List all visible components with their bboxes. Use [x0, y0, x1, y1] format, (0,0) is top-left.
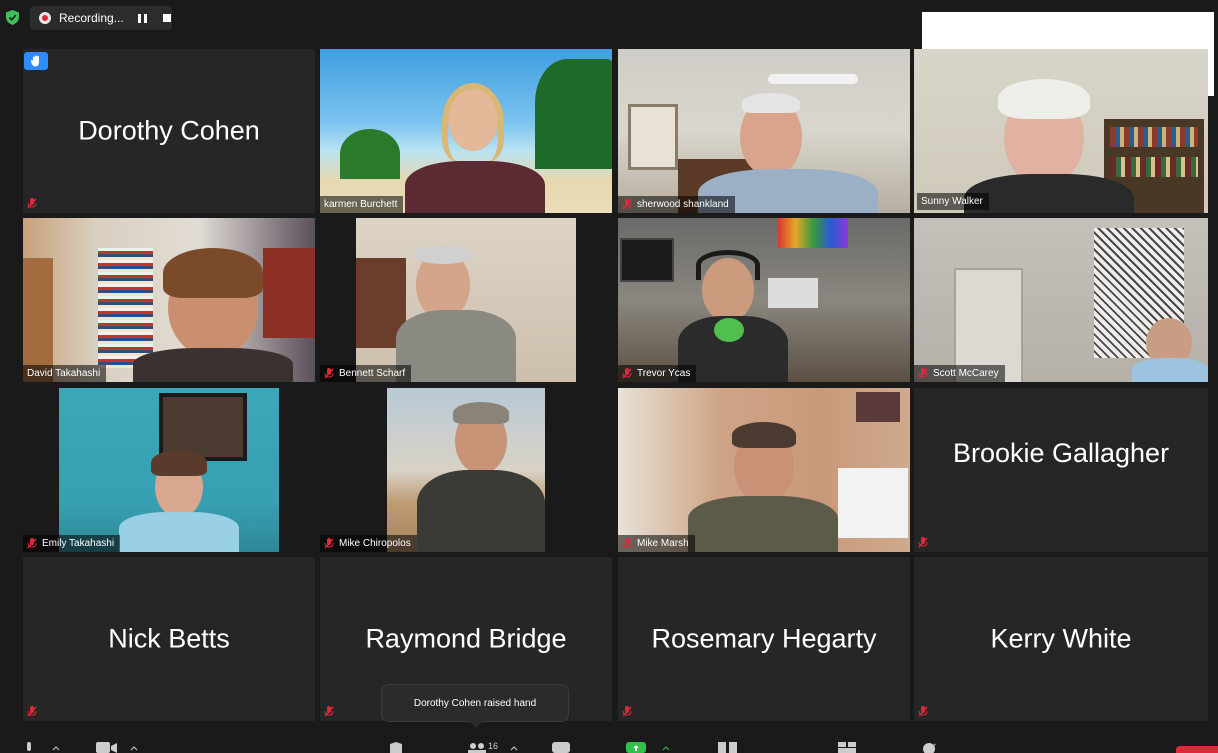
participant-name: Emily Takahashi — [42, 538, 115, 549]
mic-muted-icon — [918, 537, 928, 548]
security-shield-icon[interactable] — [6, 10, 19, 25]
participant-name-large: Brookie Gallagher — [952, 438, 1170, 468]
participants-icon[interactable] — [468, 742, 486, 753]
mic-muted-icon — [324, 368, 334, 379]
participant-name-tag: David Takahashi — [23, 365, 107, 382]
video-feed — [356, 218, 576, 382]
participant-name: Bennett Scharf — [339, 368, 406, 379]
participant-name-large: Dorothy Cohen — [78, 115, 260, 146]
mic-muted-icon — [324, 538, 334, 549]
video-feed — [618, 218, 910, 382]
video-camera-icon[interactable] — [96, 742, 118, 753]
chevron-up-icon[interactable] — [130, 746, 138, 751]
chevron-up-icon[interactable] — [510, 746, 518, 751]
video-feed — [914, 49, 1208, 213]
pause-recording-icon[interactable] — [137, 13, 147, 23]
participant-name: Sunny Walker — [921, 196, 983, 207]
participant-name: Scott McCarey — [933, 368, 999, 379]
breakout-rooms-icon[interactable] — [838, 742, 856, 753]
video-feed — [59, 388, 279, 552]
notification-text: Dorothy Cohen raised hand — [413, 697, 537, 709]
mic-muted-icon — [622, 368, 632, 379]
video-feed — [320, 49, 612, 213]
mic-muted-icon — [622, 706, 632, 717]
participant-tile-bennett-scharf[interactable]: Bennett Scharf — [320, 218, 612, 382]
participant-name: David Takahashi — [27, 368, 101, 379]
video-feed — [387, 388, 545, 552]
svg-text:+: + — [933, 743, 937, 749]
participant-tile-nick-betts[interactable]: Nick Betts — [23, 557, 315, 721]
video-feed — [618, 49, 910, 213]
participant-name: Mike Chiropolos — [339, 538, 411, 549]
raised-hand-notification: Dorothy Cohen raised hand — [381, 684, 569, 728]
mic-muted-icon — [622, 538, 632, 549]
mic-muted-icon — [918, 368, 928, 379]
chat-icon[interactable] — [552, 742, 570, 753]
participant-name-tag: Bennett Scharf — [320, 365, 412, 382]
mic-muted-icon — [27, 706, 37, 717]
participant-tile-karmen-burchett[interactable]: karmen Burchett — [320, 49, 612, 213]
participant-name-tag: sherwood shankland — [618, 196, 735, 213]
participant-name-tag: Sunny Walker — [917, 193, 989, 210]
participant-tile-dorothy-cohen[interactable]: Dorothy Cohen — [23, 49, 315, 213]
video-feed — [618, 388, 910, 552]
participant-name: Mike Marsh — [637, 538, 689, 549]
participant-name: karmen Burchett — [324, 199, 398, 210]
participant-name-large: Nick Betts — [108, 623, 230, 654]
participant-name-tag: Emily Takahashi — [23, 535, 121, 552]
stop-recording-icon[interactable] — [162, 14, 171, 22]
mic-muted-icon — [27, 538, 37, 549]
video-feed — [914, 218, 1208, 382]
reactions-icon[interactable]: + — [922, 742, 938, 753]
mic-muted-icon — [27, 198, 37, 209]
participant-tile-sherwood-shankland[interactable]: sherwood shankland — [618, 49, 910, 213]
end-meeting-button[interactable] — [1176, 746, 1218, 753]
security-icon[interactable] — [390, 742, 402, 753]
participant-tile-emily-takahashi[interactable]: Emily Takahashi — [23, 388, 315, 552]
participant-name-large: Kerry White — [990, 623, 1132, 654]
participant-name-tag: karmen Burchett — [320, 196, 404, 213]
mic-muted-icon — [622, 199, 632, 210]
recording-label: Recording... — [59, 11, 124, 25]
video-feed — [23, 218, 315, 382]
participant-name-large: Raymond Bridge — [365, 623, 567, 654]
mic-muted-icon — [918, 706, 928, 717]
microphone-icon[interactable] — [24, 742, 34, 753]
recording-indicator: Recording... — [30, 6, 172, 30]
raised-hand-icon — [24, 52, 48, 70]
participant-name-tag: Mike Marsh — [618, 535, 695, 552]
meeting-controls-toolbar: 16 + — [0, 736, 1218, 753]
participant-tile-sunny-walker[interactable]: Sunny Walker — [914, 49, 1208, 213]
participant-tile-trevor-ycas[interactable]: Trevor Ycas — [618, 218, 910, 382]
participant-tile-brookie-gallagher[interactable]: Brookie Gallagher — [914, 388, 1208, 552]
chevron-up-icon[interactable] — [52, 746, 60, 751]
record-icon[interactable] — [718, 742, 738, 753]
participant-tile-mike-marsh[interactable]: Mike Marsh — [618, 388, 910, 552]
participant-name-large: Rosemary Hegarty — [651, 623, 877, 654]
participant-name: sherwood shankland — [637, 199, 729, 210]
participant-name: Trevor Ycas — [637, 368, 691, 379]
participants-count: 16 — [488, 741, 499, 751]
participant-name-tag: Trevor Ycas — [618, 365, 697, 382]
mic-muted-icon — [324, 706, 334, 717]
chevron-up-icon[interactable] — [662, 746, 670, 751]
participant-tile-scott-mccarey[interactable]: Scott McCarey — [914, 218, 1208, 382]
participant-name-tag: Scott McCarey — [914, 365, 1005, 382]
participant-tile-david-takahashi[interactable]: David Takahashi — [23, 218, 315, 382]
participant-tile-mike-chiropolos[interactable]: Mike Chiropolos — [320, 388, 612, 552]
share-screen-icon[interactable] — [626, 742, 646, 753]
participant-tile-kerry-white[interactable]: Kerry White — [914, 557, 1208, 721]
participant-tile-rosemary-hegarty[interactable]: Rosemary Hegarty — [618, 557, 910, 721]
recording-dot-icon — [39, 12, 51, 24]
participant-name-tag: Mike Chiropolos — [320, 535, 417, 552]
